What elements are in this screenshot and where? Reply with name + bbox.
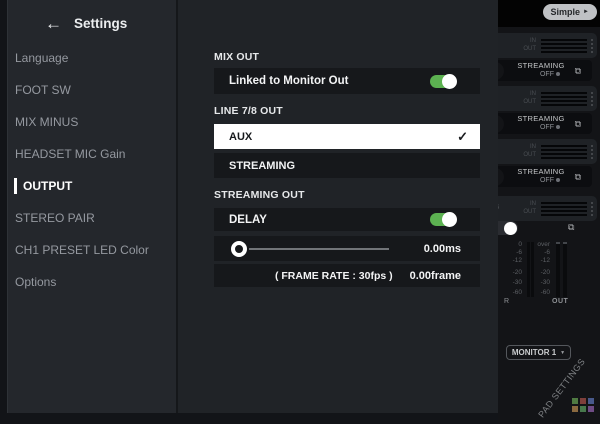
line-78-option-streaming[interactable]: STREAMING	[214, 153, 480, 178]
linked-to-monitor-out-label: Linked to Monitor Out	[229, 75, 348, 87]
chevron-down-icon: ▼	[560, 350, 565, 356]
out-meter-label: OUT	[552, 298, 568, 305]
meter-dots	[591, 92, 593, 106]
aux-option-label: AUX	[229, 131, 252, 143]
sidebar-nav: Language FOOT SW MIX MINUS HEADSET MIC G…	[8, 40, 176, 298]
channel-meter-card: IN OUT	[498, 33, 597, 58]
level-meter-bars	[541, 37, 587, 55]
meter-dots	[591, 39, 593, 53]
mix-out-section-title: MIX OUT	[214, 51, 259, 63]
delay-slider-row: 0.00ms	[214, 236, 480, 261]
meter-dots	[591, 145, 593, 159]
frame-rate-row: ( FRAME RATE : 30fps ) 0.00frame	[214, 264, 480, 287]
line-78-option-aux[interactable]: AUX ✓	[214, 124, 480, 149]
knob-notch	[498, 168, 504, 186]
in-label: IN	[520, 201, 536, 209]
sidebar-item-foot-sw[interactable]: FOOT SW	[8, 74, 176, 106]
delay-value: 0.00ms	[424, 243, 461, 255]
clipped-label-fragment: R	[504, 298, 509, 305]
status-dot	[556, 178, 560, 182]
sidebar-item-mix-minus[interactable]: MIX MINUS	[8, 106, 176, 138]
clipped-label-fragment: G	[498, 204, 499, 211]
streaming-off-button[interactable]: STREAMING OFF ⧉	[498, 166, 592, 187]
settings-sidebar: ← Settings Language FOOT SW MIX MINUS HE…	[8, 0, 178, 413]
in-label: IN	[520, 144, 536, 152]
monitor-select[interactable]: MONITOR 1 ▼	[506, 345, 571, 360]
sidebar-item-stereo-pair[interactable]: STEREO PAIR	[8, 202, 176, 234]
frame-rate-label: ( FRAME RATE : 30fps )	[275, 270, 393, 282]
sidebar-item-output[interactable]: OUTPUT	[8, 170, 176, 202]
streaming-off-button[interactable]: STREAMING OFF ⧉	[498, 113, 592, 134]
status-dot	[556, 72, 560, 76]
linked-to-monitor-out-row: Linked to Monitor Out	[214, 68, 480, 94]
level-meter-bars	[541, 90, 587, 108]
sidebar-item-options[interactable]: Options	[8, 266, 176, 298]
line-78-out-section-title: LINE 7/8 OUT	[214, 105, 283, 117]
level-meter-bars	[541, 200, 587, 218]
sidebar-item-language[interactable]: Language	[8, 42, 176, 74]
streaming-label: STREAMING	[517, 115, 564, 124]
streaming-option-label: STREAMING	[229, 160, 295, 172]
toggle-knob	[504, 222, 517, 235]
streaming-label: STREAMING	[517, 168, 564, 177]
delay-toggle[interactable]	[430, 213, 456, 226]
frame-value: 0.00frame	[410, 270, 461, 282]
meter-bars-right	[556, 242, 570, 297]
delay-slider-handle[interactable]	[231, 241, 247, 257]
external-link-icon: ⧉	[575, 172, 581, 181]
delay-slider-track[interactable]	[249, 248, 389, 250]
streaming-label: STREAMING	[517, 62, 564, 71]
external-link-icon: ⧉	[575, 119, 581, 128]
fader-toggle[interactable]	[498, 221, 518, 235]
streaming-off-button[interactable]: STREAMING OFF ⧉	[498, 60, 592, 81]
simple-mode-label: Simple	[551, 7, 581, 17]
simple-mode-button[interactable]: Simple ►	[543, 4, 597, 20]
pad-settings-grid-icon[interactable]	[572, 398, 594, 412]
status-dot	[556, 125, 560, 129]
meter-dots	[591, 202, 593, 216]
db-scale-right: over -6 -12 -20 -30 -60	[526, 242, 550, 298]
sidebar-header: ← Settings	[8, 0, 176, 40]
mixer-background-panel: Simple ► IN OUT STREAMING OFF ⧉ IN OUT S…	[498, 0, 600, 424]
settings-panel: ← Settings Language FOOT SW MIX MINUS HE…	[7, 0, 498, 413]
external-link-icon: ⧉	[568, 222, 574, 233]
out-label: OUT	[520, 46, 536, 54]
off-label: OFF	[540, 71, 554, 78]
knob-notch	[498, 115, 504, 133]
channel-meter-card: IN OUT	[498, 86, 597, 111]
level-meter-bars	[541, 143, 587, 161]
check-icon: ✓	[457, 129, 468, 145]
toggle-knob	[442, 74, 457, 89]
page-title: Settings	[74, 16, 127, 31]
play-icon: ►	[583, 9, 589, 15]
streaming-out-section-title: STREAMING OUT	[214, 189, 305, 201]
db-scale-left: 0 -6 -12 -20 -30 -60	[506, 242, 522, 298]
back-arrow-icon[interactable]: ←	[45, 15, 62, 32]
output-meter-block: 0 -6 -12 -20 -30 -60 over -6 -12 -20 -30…	[498, 240, 600, 304]
out-label: OUT	[520, 99, 536, 107]
external-link-icon: ⧉	[575, 66, 581, 75]
delay-row: DELAY	[214, 208, 480, 231]
channel-meter-card: G IN OUT	[498, 196, 597, 221]
delay-label: DELAY	[229, 214, 267, 226]
in-label: IN	[520, 38, 536, 46]
sidebar-item-ch1-preset-led-color[interactable]: CH1 PRESET LED Color	[8, 234, 176, 266]
linked-to-monitor-out-toggle[interactable]	[430, 75, 456, 88]
toggle-knob	[442, 212, 457, 227]
out-label: OUT	[520, 152, 536, 160]
sidebar-item-headset-mic-gain[interactable]: HEADSET MIC Gain	[8, 138, 176, 170]
in-label: IN	[520, 91, 536, 99]
off-label: OFF	[540, 177, 554, 184]
knob-notch	[498, 62, 504, 80]
off-label: OFF	[540, 124, 554, 131]
settings-main: MIX OUT Linked to Monitor Out LINE 7/8 O…	[178, 0, 498, 413]
mixer-topbar: Simple ►	[498, 0, 600, 27]
out-label: OUT	[520, 209, 536, 217]
channel-meter-card: IN OUT	[498, 139, 597, 164]
